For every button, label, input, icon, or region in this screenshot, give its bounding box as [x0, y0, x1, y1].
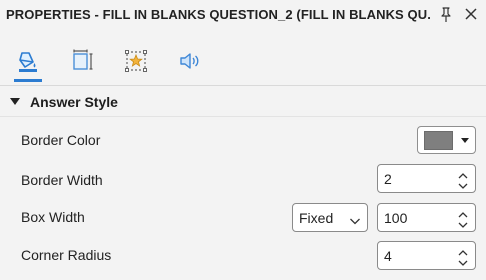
- size-position-icon: [69, 48, 95, 79]
- paint-bucket-icon: [15, 48, 41, 79]
- spinner-down-icon[interactable]: [457, 218, 469, 229]
- spinner-up-icon[interactable]: [457, 207, 469, 218]
- section-title: Answer Style: [30, 94, 118, 110]
- tab-effects[interactable]: [120, 48, 152, 82]
- section-divider: [0, 116, 486, 117]
- corner-radius-spinner[interactable]: 4: [377, 241, 476, 270]
- speaker-audio-icon: [177, 48, 203, 79]
- box-width-spinner[interactable]: 100: [377, 203, 476, 232]
- dropdown-arrow-icon: [461, 138, 469, 143]
- border-color-picker[interactable]: [417, 126, 476, 154]
- spinner-up-icon[interactable]: [457, 168, 469, 179]
- box-width-label: Box Width: [21, 209, 85, 225]
- collapse-caret-icon[interactable]: [10, 98, 20, 105]
- border-width-value[interactable]: 2: [384, 171, 392, 187]
- pin-icon[interactable]: [438, 6, 454, 24]
- spinner-up-icon[interactable]: [457, 245, 469, 256]
- close-icon[interactable]: [462, 5, 480, 23]
- border-color-label: Border Color: [21, 132, 101, 148]
- border-width-spinner[interactable]: 2: [377, 164, 476, 193]
- corner-radius-label: Corner Radius: [21, 247, 112, 263]
- section-answer-style[interactable]: Answer Style: [0, 86, 486, 116]
- tab-fill-style[interactable]: [12, 48, 44, 82]
- corner-radius-value[interactable]: 4: [384, 248, 392, 264]
- chevron-down-icon: [349, 213, 361, 225]
- panel-title-bar: PROPERTIES - FILL IN BLANKS QUESTION_2 (…: [0, 0, 486, 30]
- tab-audio[interactable]: [174, 48, 206, 82]
- color-swatch: [424, 131, 453, 150]
- box-width-mode-select[interactable]: Fixed: [292, 203, 368, 232]
- property-tabs: [0, 48, 486, 86]
- box-width-value[interactable]: 100: [384, 210, 407, 226]
- box-width-mode-value: Fixed: [299, 210, 334, 226]
- star-effects-icon: [123, 48, 149, 79]
- panel-title: PROPERTIES - FILL IN BLANKS QUESTION_2 (…: [6, 7, 430, 22]
- spinner-down-icon[interactable]: [457, 256, 469, 267]
- tab-size-position[interactable]: [66, 48, 98, 82]
- border-width-label: Border Width: [21, 172, 103, 188]
- spinner-down-icon[interactable]: [457, 179, 469, 190]
